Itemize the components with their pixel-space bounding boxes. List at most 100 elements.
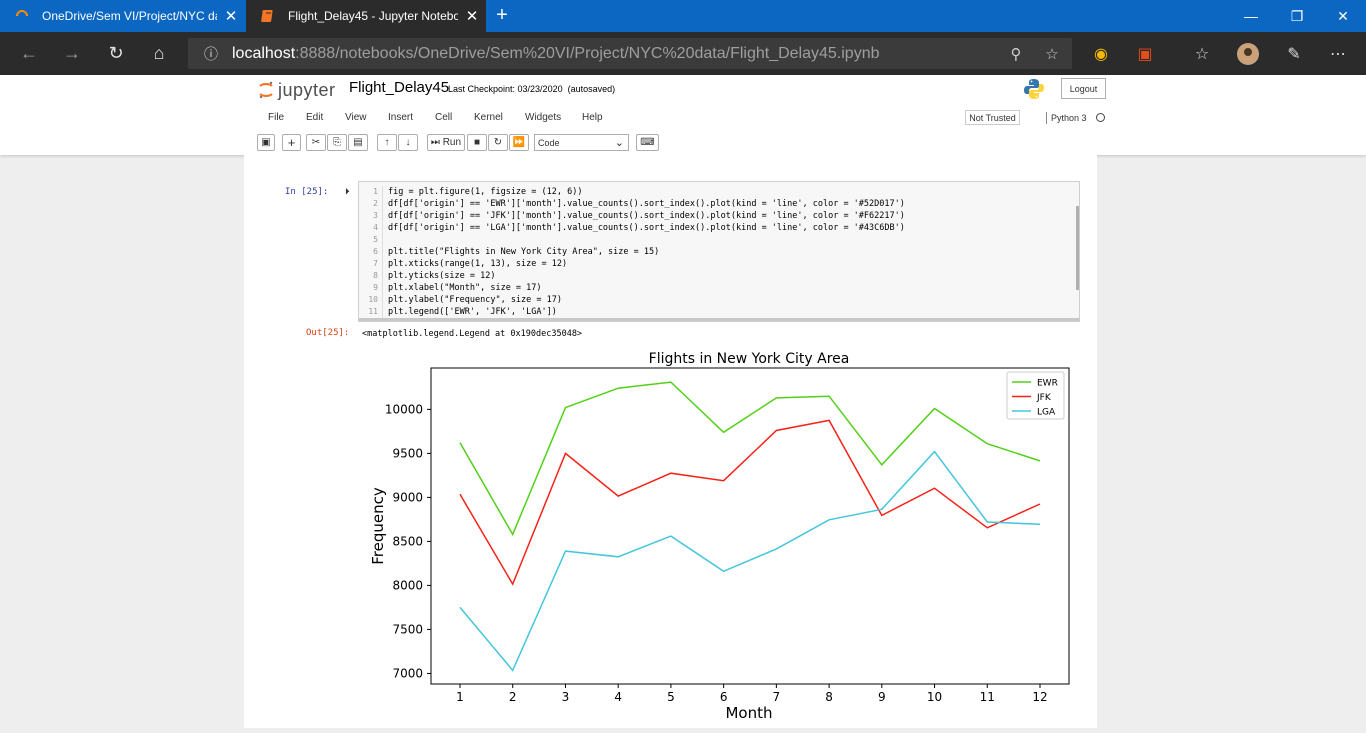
y-tick-label: 9500 xyxy=(392,446,423,460)
restart-icon[interactable]: ↻ xyxy=(488,134,508,151)
jupyter-header: jupyter Flight_Delay45 Last Checkpoint: … xyxy=(0,75,1366,155)
menu-edit[interactable]: Edit xyxy=(306,112,323,123)
forward-icon[interactable]: → xyxy=(57,40,87,66)
run-cell-icon[interactable]: ⏵ xyxy=(345,186,350,197)
x-tick-label: 7 xyxy=(773,690,781,704)
line-number: 11 xyxy=(368,307,378,316)
move-up-icon[interactable]: ↑ xyxy=(377,134,397,151)
tab-jupyter[interactable]: Flight_Delay45 - Jupyter Notebo ✕ xyxy=(246,0,486,32)
series-line-lga xyxy=(459,450,1041,672)
copy-icon[interactable]: ⎘ xyxy=(327,134,347,151)
profile-avatar[interactable] xyxy=(1236,42,1260,66)
cell-type-select[interactable]: Code ⌄ xyxy=(534,134,629,151)
minimize-icon[interactable]: — xyxy=(1228,0,1274,32)
code-line: plt.yticks(size = 12) xyxy=(388,271,496,281)
feedback-icon[interactable]: ✎ xyxy=(1282,42,1306,66)
line-chart: Flights in New York City Area 7000 7500 80… xyxy=(369,351,1070,722)
restart-run-all-icon[interactable]: ⏩ xyxy=(509,134,529,151)
insert-cell-icon[interactable]: + xyxy=(282,134,301,151)
office-icon[interactable]: ▣ xyxy=(1133,42,1157,66)
jupyter-logo-text: jupyter xyxy=(278,79,336,100)
chevron-down-icon: ⌄ xyxy=(614,137,624,149)
favorite-star-icon[interactable]: ☆ xyxy=(1040,44,1064,64)
new-tab-icon[interactable]: + xyxy=(490,5,514,27)
legend-label-lga: LGA xyxy=(1037,408,1056,418)
close-tab-icon[interactable]: ✕ xyxy=(458,7,486,25)
line-number: 8 xyxy=(373,271,378,280)
url-text: localhost:8888/notebooks/OneDrive/Sem%20… xyxy=(232,44,880,62)
code-line: plt.xticks(range(1, 13), size = 12) xyxy=(388,259,568,269)
code-line: fig = plt.figure(1, figsize = (12, 6)) xyxy=(388,187,583,197)
paste-icon[interactable]: ▤ xyxy=(348,134,368,151)
line-number: 1 xyxy=(373,187,378,196)
cut-icon[interactable]: ✂ xyxy=(306,134,326,151)
x-tick-label: 5 xyxy=(667,690,675,704)
x-axis-ticks: 1 2 3 4 5 6 7 8 9 10 11 12 xyxy=(456,684,1048,704)
line-number: 10 xyxy=(368,295,378,304)
python-logo-icon xyxy=(1022,77,1046,101)
code-line: df[df['origin'] == 'LGA']['month'].value… xyxy=(388,223,905,233)
more-menu-icon[interactable]: ⋯ xyxy=(1326,42,1350,66)
x-tick-label: 4 xyxy=(614,690,622,704)
jupyter-page: jupyter Flight_Delay45 Last Checkpoint: … xyxy=(0,75,1366,728)
extension-icon[interactable]: ◉ xyxy=(1089,42,1113,66)
jupyter-logo[interactable]: jupyter xyxy=(258,79,336,101)
x-tick-label: 12 xyxy=(1032,690,1047,704)
y-axis-ticks: 7000 7500 8000 8500 9000 9500 10000 xyxy=(385,402,431,680)
menu-kernel[interactable]: Kernel xyxy=(474,112,503,123)
logout-button[interactable]: Logout xyxy=(1061,78,1106,99)
line-number: 5 xyxy=(373,235,378,244)
refresh-icon[interactable]: ↻ xyxy=(101,40,131,66)
address-bar[interactable]: ⓘ localhost:8888/notebooks/OneDrive/Sem%… xyxy=(188,38,1072,69)
menu-bar: File Edit View Insert Cell Kernel Widget… xyxy=(255,107,1110,129)
menu-file[interactable]: File xyxy=(268,112,284,123)
chart-legend: EWR JFK LGA xyxy=(1006,371,1065,420)
y-axis-label: Frequency xyxy=(369,487,387,565)
horizontal-scrollbar[interactable] xyxy=(359,318,1079,321)
favorites-list-icon[interactable]: ☆ xyxy=(1190,42,1214,66)
output-text: <matplotlib.legend.Legend at 0x190dec350… xyxy=(362,329,583,339)
x-tick-label: 9 xyxy=(878,690,886,704)
menu-cell[interactable]: Cell xyxy=(435,112,452,123)
interrupt-icon[interactable]: ■ xyxy=(467,134,487,151)
move-down-icon[interactable]: ↓ xyxy=(398,134,418,151)
run-button[interactable]: ⏭ Run xyxy=(427,134,465,151)
zoom-icon[interactable]: ⚲ xyxy=(1004,44,1028,64)
y-tick-label: 10000 xyxy=(385,402,423,416)
tab-bar: OneDrive/Sem VI/Project/NYC da ✕ Flight_… xyxy=(0,0,1366,32)
vertical-scrollbar[interactable] xyxy=(1076,206,1079,290)
legend-label-jfk: JFK xyxy=(1036,393,1052,403)
back-icon[interactable]: ← xyxy=(14,40,44,66)
x-axis-label: Month xyxy=(725,704,772,722)
notebook-icon xyxy=(260,8,276,24)
keyboard-icon[interactable]: ⌨ xyxy=(636,134,659,151)
code-line: plt.xlabel("Month", size = 17) xyxy=(388,283,542,293)
navigation-bar: ← → ↻ ⌂ ⓘ localhost:8888/notebooks/OneDr… xyxy=(0,32,1366,75)
run-label: Run xyxy=(442,137,462,148)
close-tab-icon[interactable]: ✕ xyxy=(217,7,245,25)
series-lines xyxy=(459,381,1041,672)
chart-title: Flights in New York City Area xyxy=(649,351,850,367)
notebook-name[interactable]: Flight_Delay45 xyxy=(349,79,449,96)
code-line: df[df['origin'] == 'EWR']['month'].value… xyxy=(388,199,905,209)
line-number: 6 xyxy=(373,247,378,256)
not-trusted-badge[interactable]: Not Trusted xyxy=(965,110,1020,125)
restore-icon[interactable]: ❐ xyxy=(1274,0,1320,32)
code-editor[interactable]: 1 2 3 4 5 6 7 8 9 10 11 fig = plt.figure(1, figsiz… xyxy=(358,181,1080,322)
close-window-icon[interactable]: ✕ xyxy=(1320,0,1366,32)
menu-help[interactable]: Help xyxy=(582,112,603,123)
tab-title: OneDrive/Sem VI/Project/NYC da xyxy=(42,9,217,23)
save-icon[interactable]: ▣ xyxy=(257,134,275,151)
home-icon[interactable]: ⌂ xyxy=(144,40,174,66)
menu-view[interactable]: View xyxy=(345,112,367,123)
series-line-ewr xyxy=(459,381,1041,537)
info-icon[interactable]: ⓘ xyxy=(196,44,226,64)
kernel-status-icon xyxy=(1096,113,1105,122)
menu-insert[interactable]: Insert xyxy=(388,112,413,123)
menu-widgets[interactable]: Widgets xyxy=(525,112,561,123)
cell-type-value: Code xyxy=(538,137,560,148)
line-number: 4 xyxy=(373,223,378,232)
tab-onedrive[interactable]: OneDrive/Sem VI/Project/NYC da ✕ xyxy=(0,0,245,32)
line-number: 2 xyxy=(373,199,378,208)
